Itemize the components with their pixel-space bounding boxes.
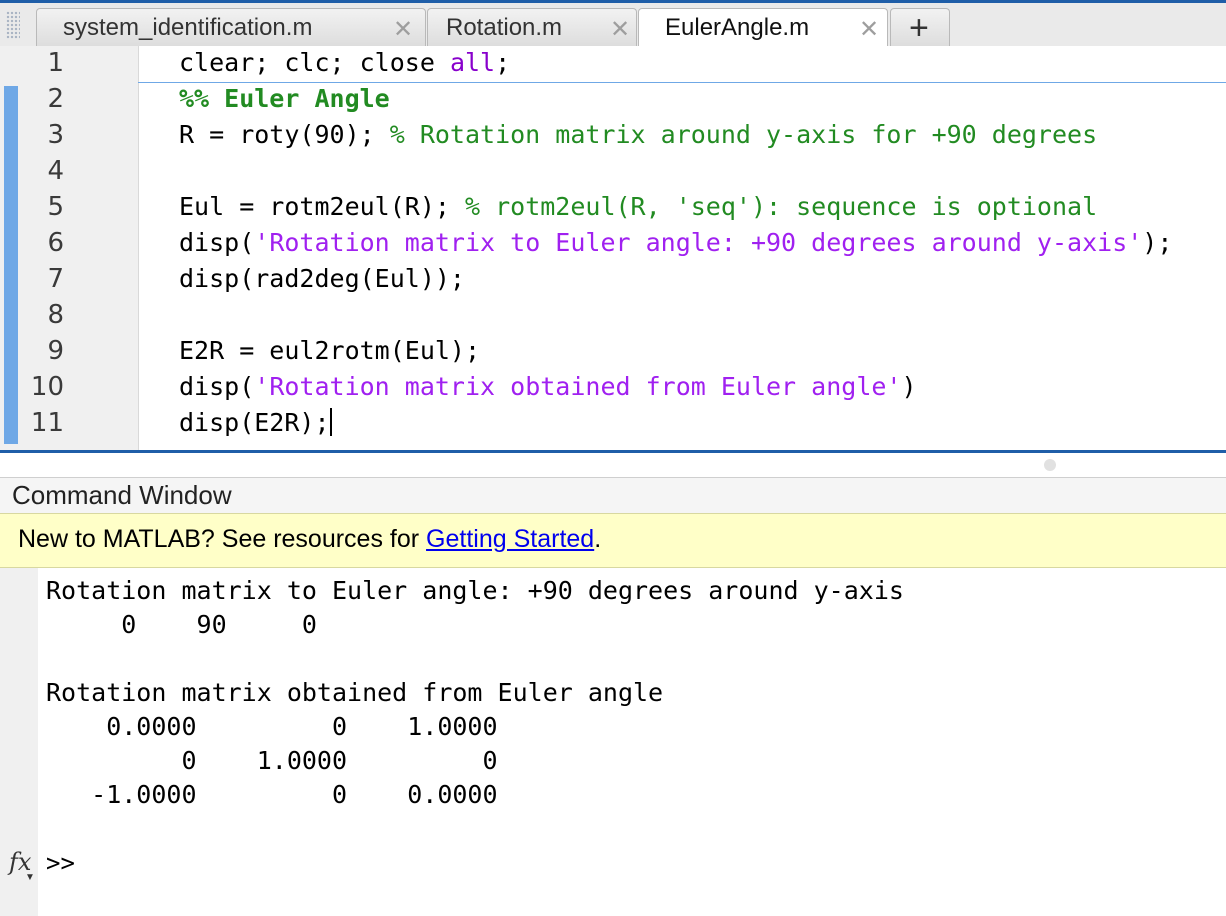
output-line: 0 1.0000 0 bbox=[46, 746, 498, 775]
code-line-5[interactable]: Eul = rotm2eul(R); % rotm2eul(R, 'seq'):… bbox=[179, 192, 1097, 221]
output-line: Rotation matrix obtained from Euler angl… bbox=[46, 678, 664, 707]
code-line-2[interactable]: %% Euler Angle bbox=[179, 84, 390, 113]
close-icon[interactable]: ✕ bbox=[393, 15, 413, 44]
line-number: 6 bbox=[47, 228, 64, 258]
panel-splitter[interactable] bbox=[0, 453, 1226, 477]
new-tab-button[interactable]: + bbox=[890, 8, 950, 48]
tab-euler-angle[interactable]: EulerAngle.m ✕ bbox=[638, 8, 888, 50]
editor-tab-bar: system_identification.m ✕ Rotation.m ✕ E… bbox=[0, 0, 1226, 50]
code-line-1[interactable]: clear; clc; close all; bbox=[179, 48, 510, 77]
line-number: 7 bbox=[47, 264, 64, 294]
line-number: 5 bbox=[47, 192, 64, 222]
tab-rotation[interactable]: Rotation.m ✕ bbox=[427, 8, 637, 48]
line-number-gutter: 1 2 3 4 5 6 7 8 9 10 11 bbox=[0, 46, 139, 452]
drag-grip-icon[interactable] bbox=[6, 11, 20, 39]
code-line-7[interactable]: disp(rad2deg(Eul)); bbox=[179, 264, 465, 293]
line-number: 1 bbox=[47, 48, 64, 78]
code-editor[interactable]: 1 2 3 4 5 6 7 8 9 10 11 clear; clc; clos… bbox=[0, 46, 1226, 452]
code-line-9[interactable]: E2R = eul2rotm(Eul); bbox=[179, 336, 480, 365]
line-number: 8 bbox=[47, 300, 64, 330]
text-cursor bbox=[329, 408, 332, 436]
output-line: 0 90 0 bbox=[46, 610, 317, 639]
command-window-title: Command Window bbox=[12, 480, 232, 510]
command-prompt[interactable]: >> bbox=[46, 849, 75, 877]
tab-label: EulerAngle.m bbox=[665, 14, 810, 41]
chevron-down-icon[interactable]: ▼ bbox=[25, 872, 35, 883]
tab-system-identification[interactable]: system_identification.m ✕ bbox=[36, 8, 426, 48]
line-number: 11 bbox=[30, 408, 64, 438]
line-number: 9 bbox=[47, 336, 64, 366]
getting-started-banner: New to MATLAB? See resources for Getting… bbox=[0, 513, 1226, 568]
close-icon[interactable]: ✕ bbox=[610, 15, 630, 44]
close-icon[interactable]: ✕ bbox=[859, 15, 879, 44]
plus-icon: + bbox=[909, 9, 929, 47]
line-number: 3 bbox=[47, 120, 64, 150]
splitter-handle-icon[interactable] bbox=[1044, 459, 1056, 471]
tab-label: system_identification.m bbox=[63, 14, 313, 41]
command-window-header: Command Window bbox=[0, 477, 1226, 513]
output-line: Rotation matrix to Euler angle: +90 degr… bbox=[46, 576, 904, 605]
code-line-3[interactable]: R = roty(90); % Rotation matrix around y… bbox=[179, 120, 1097, 149]
banner-period: . bbox=[594, 525, 602, 553]
line-number: 4 bbox=[47, 156, 64, 186]
tab-label: Rotation.m bbox=[446, 14, 563, 41]
banner-text: New to MATLAB? See resources for bbox=[18, 525, 427, 553]
output-line: -1.0000 0 0.0000 bbox=[46, 780, 498, 809]
code-line-6[interactable]: disp('Rotation matrix to Euler angle: +9… bbox=[179, 228, 1172, 257]
command-window[interactable]: Rotation matrix to Euler angle: +90 degr… bbox=[0, 568, 1226, 916]
code-line-10[interactable]: disp('Rotation matrix obtained from Eule… bbox=[179, 372, 917, 401]
line-number: 10 bbox=[30, 372, 64, 402]
line-number: 2 bbox=[47, 84, 64, 114]
getting-started-link[interactable]: Getting Started bbox=[426, 525, 594, 553]
section-divider-line bbox=[138, 82, 1226, 83]
code-line-11[interactable]: disp(E2R); bbox=[179, 408, 332, 437]
output-line: 0.0000 0 1.0000 bbox=[46, 712, 498, 741]
